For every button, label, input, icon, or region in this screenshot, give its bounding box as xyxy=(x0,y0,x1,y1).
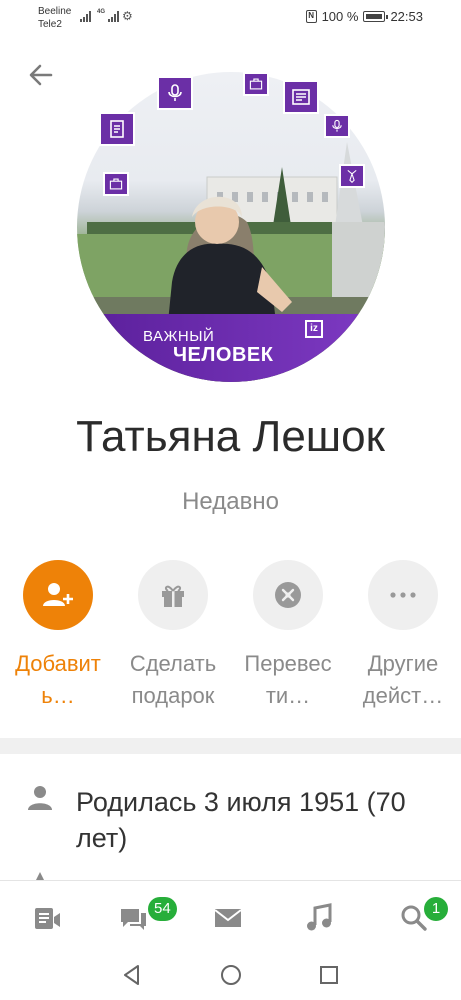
messages-badge: 54 xyxy=(148,897,177,921)
send-gift-button[interactable]: Сделать подарок xyxy=(115,560,231,712)
tab-feed[interactable] xyxy=(28,899,68,935)
feed-icon xyxy=(35,908,60,929)
microphone-2-tile-icon xyxy=(324,114,350,138)
money-transfer-icon xyxy=(275,582,301,608)
more-actions-label: Другие дейст… xyxy=(362,651,444,708)
tab-notifications[interactable] xyxy=(209,899,249,935)
send-gift-label: Сделать подарок xyxy=(129,651,217,708)
notification-icon: ⚙ xyxy=(122,9,133,23)
network-type: 4G xyxy=(97,9,106,15)
add-friend-button[interactable]: Добавит ь… xyxy=(0,560,116,712)
profile-name: Татьяна Лешок xyxy=(76,412,385,461)
tie-tile-icon xyxy=(339,164,365,188)
triangle-back-icon xyxy=(124,965,139,985)
money-transfer-circle xyxy=(253,560,323,630)
send-gift-circle xyxy=(138,560,208,630)
more-actions-circle xyxy=(368,560,438,630)
tab-music[interactable] xyxy=(300,899,340,935)
newspaper-tile-icon xyxy=(283,80,319,114)
case-tile-icon xyxy=(103,172,129,196)
circle-home-icon xyxy=(221,965,241,985)
signal-2-icon xyxy=(108,10,119,22)
music-icon xyxy=(307,903,332,931)
system-navigation-bar xyxy=(0,950,461,1000)
money-transfer-label: Перевес ти… xyxy=(244,651,332,708)
more-icon xyxy=(390,592,416,598)
add-friend-icon xyxy=(43,583,73,606)
section-divider xyxy=(0,738,461,754)
nfc-icon: N xyxy=(305,10,317,23)
add-friend-circle xyxy=(23,560,93,630)
more-actions-button[interactable]: Другие дейст… xyxy=(345,560,461,712)
microphone-tile-icon xyxy=(157,76,193,110)
clock: 22:53 xyxy=(390,9,423,24)
system-home-button[interactable] xyxy=(219,963,243,987)
messages-icon xyxy=(121,909,146,930)
banner-line-2: ЧЕЛОВЕК xyxy=(173,344,274,366)
add-friend-label: Добавит ь… xyxy=(15,651,101,708)
birth-date: Родилась 3 июля 1951 (70 лет) xyxy=(76,787,406,853)
system-recents-button[interactable] xyxy=(317,963,341,987)
signal-icon xyxy=(80,10,91,22)
carrier-1: Beeline xyxy=(38,6,72,17)
banner-line-1: ВАЖНЫЙ xyxy=(143,328,215,345)
carrier-2: Tele2 xyxy=(38,19,62,30)
iz-logo: iz xyxy=(305,320,323,338)
document-tile-icon xyxy=(99,112,135,146)
battery-level: 100 % xyxy=(321,9,359,24)
bottom-tab-bar: 54 1 xyxy=(0,880,461,950)
money-transfer-button[interactable]: Перевес ти… xyxy=(230,560,346,712)
status-bar: Beeline Tele2 4G ⚙ N 100 % 22:53 xyxy=(0,0,461,36)
back-arrow-icon xyxy=(29,64,53,86)
square-recents-icon xyxy=(320,966,338,984)
briefcase-tile-icon xyxy=(243,72,269,96)
last-seen-status: Недавно xyxy=(182,488,279,515)
gift-icon xyxy=(162,585,184,607)
envelope-icon xyxy=(214,909,242,927)
system-back-button[interactable] xyxy=(120,963,144,987)
profile-avatar[interactable]: ВАЖНЫЙ ЧЕЛОВЕК iz xyxy=(77,72,385,382)
back-button[interactable] xyxy=(26,60,56,90)
discussions-badge: 1 xyxy=(424,897,448,921)
battery-icon xyxy=(363,11,389,22)
person-icon xyxy=(28,786,52,810)
